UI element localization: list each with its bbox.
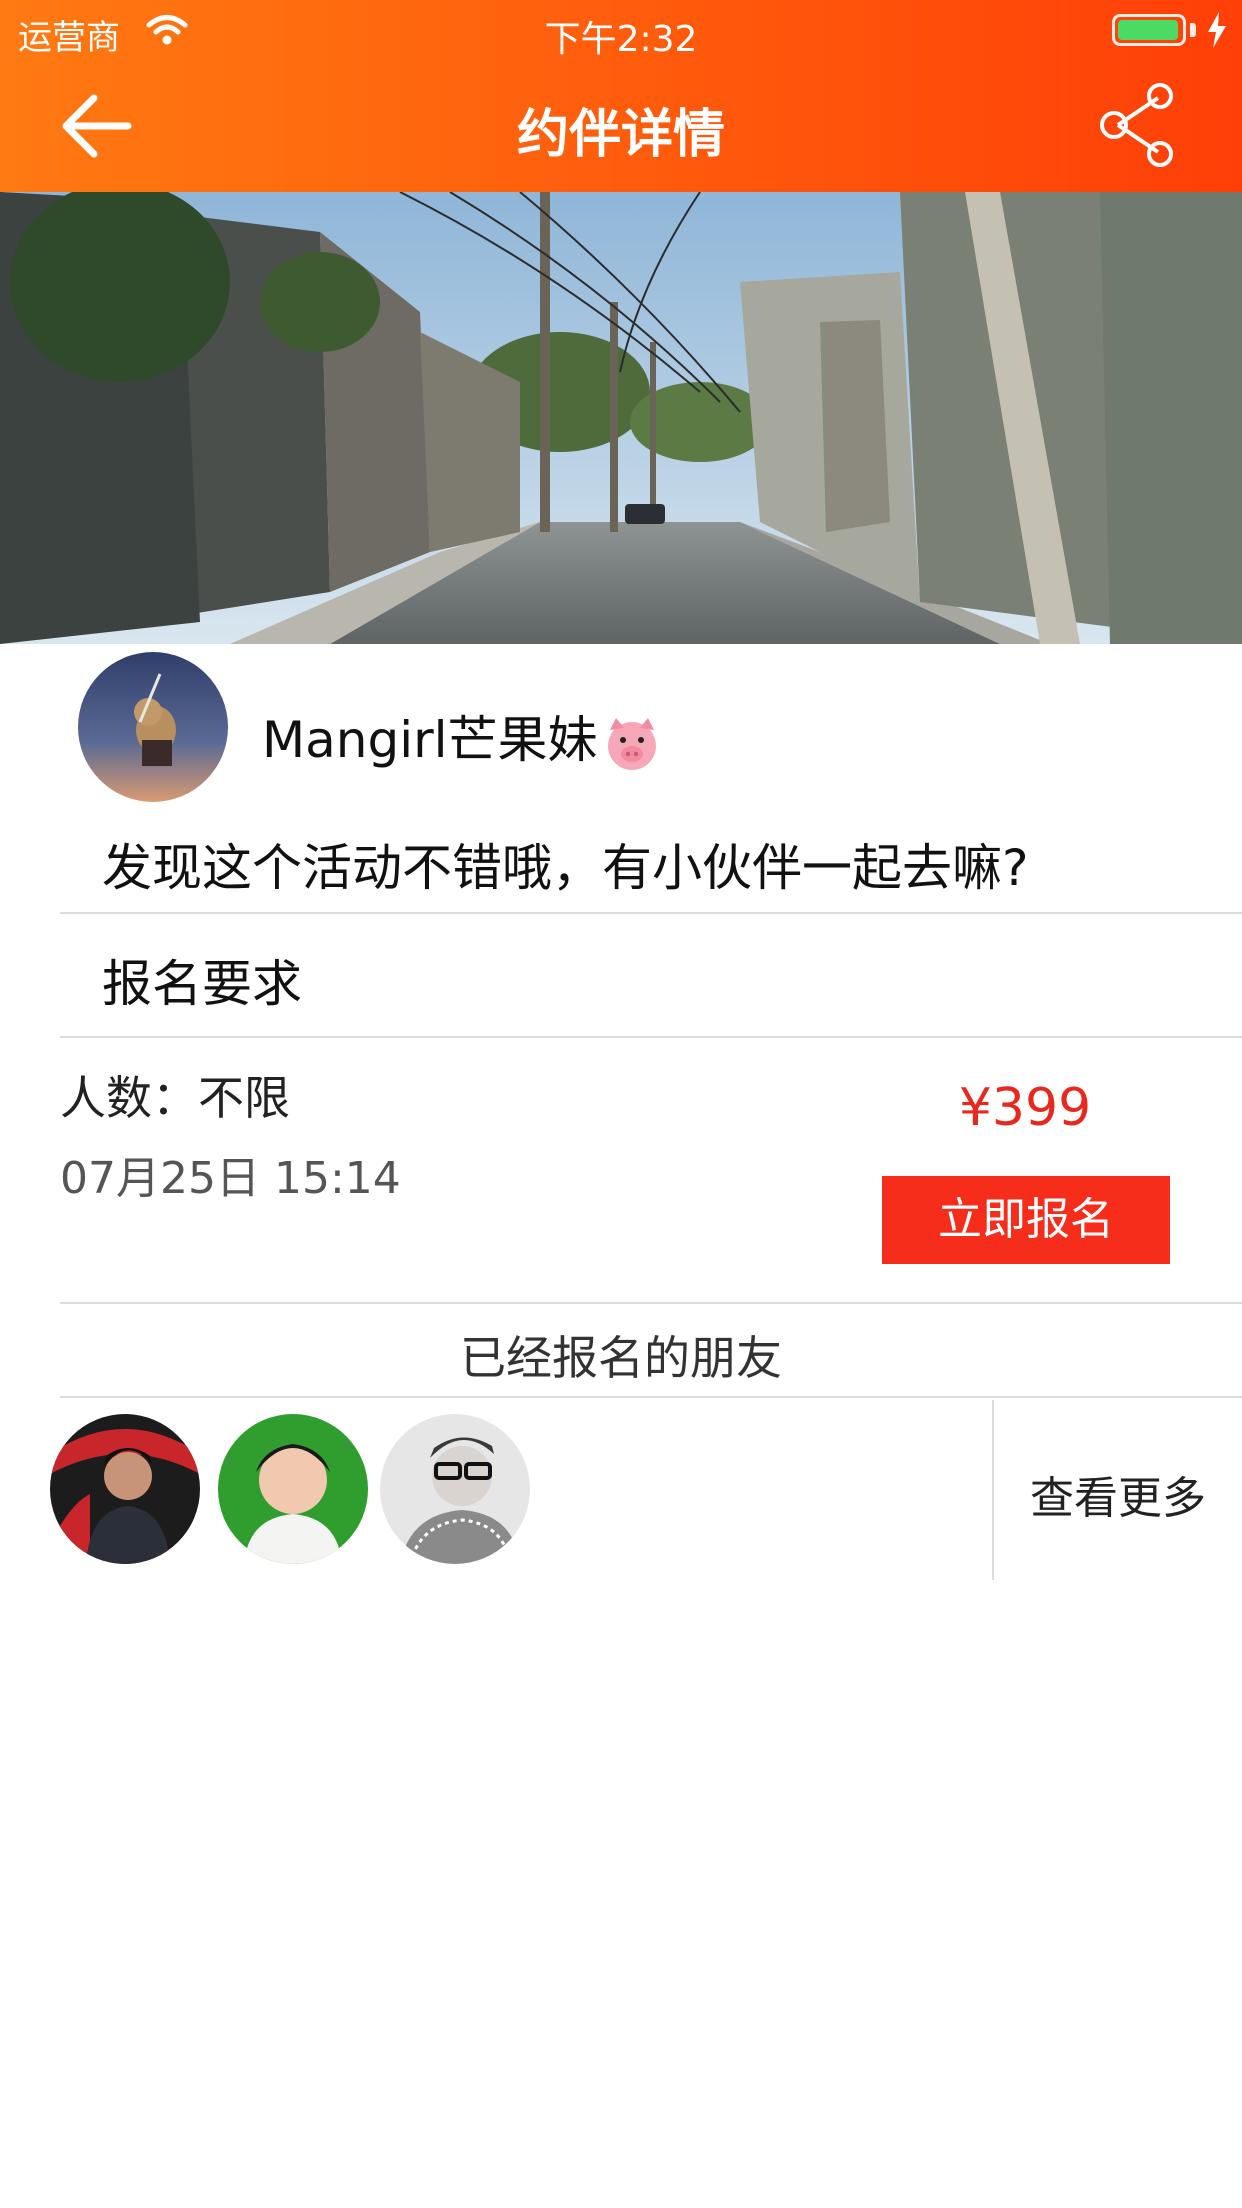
event-banner-image <box>0 192 1242 644</box>
status-time: 下午2:32 <box>544 19 698 60</box>
username-row: Mangirl芒果妹 <box>262 700 662 772</box>
divider <box>60 1302 1242 1304</box>
vertical-separator <box>992 1400 994 1580</box>
charging-bolt-icon <box>1208 12 1226 48</box>
share-icon[interactable] <box>1094 82 1180 168</box>
divider <box>60 1036 1242 1038</box>
joined-friends-title: 已经报名的朋友 <box>460 1331 782 1385</box>
status-bar: 运营商 下午2:32 <box>0 0 1242 62</box>
price: ¥399 <box>958 1078 1092 1138</box>
pig-face-emoji-icon <box>607 717 656 770</box>
page-title: 约伴详情 <box>516 105 725 165</box>
event-detail-page: 运营商 下午2:32 约伴详情 Mangirl芒果妹 发现这个活动不错哦，有小伙… <box>0 0 1242 2208</box>
people-limit: 人数：不限 <box>60 1071 290 1125</box>
user-avatar[interactable] <box>78 652 228 802</box>
header: 运营商 下午2:32 约伴详情 <box>0 0 1242 192</box>
friend-avatar[interactable] <box>50 1414 200 1564</box>
divider <box>60 1396 1242 1398</box>
username: Mangirl芒果妹 <box>262 711 598 769</box>
signup-button[interactable]: 立即报名 <box>882 1176 1170 1264</box>
event-datetime: 07月25日 15:14 <box>60 1153 401 1204</box>
battery-icon <box>1112 14 1186 46</box>
requirements-heading: 报名要求 <box>102 955 302 1013</box>
friend-avatar[interactable] <box>380 1414 530 1564</box>
divider <box>60 912 1242 914</box>
battery-cap <box>1190 23 1196 37</box>
view-more-link[interactable]: 查看更多 <box>1000 1462 1236 1526</box>
post-description: 发现这个活动不错哦，有小伙伴一起去嘛? <box>102 839 1029 897</box>
friend-avatar[interactable] <box>218 1414 368 1564</box>
